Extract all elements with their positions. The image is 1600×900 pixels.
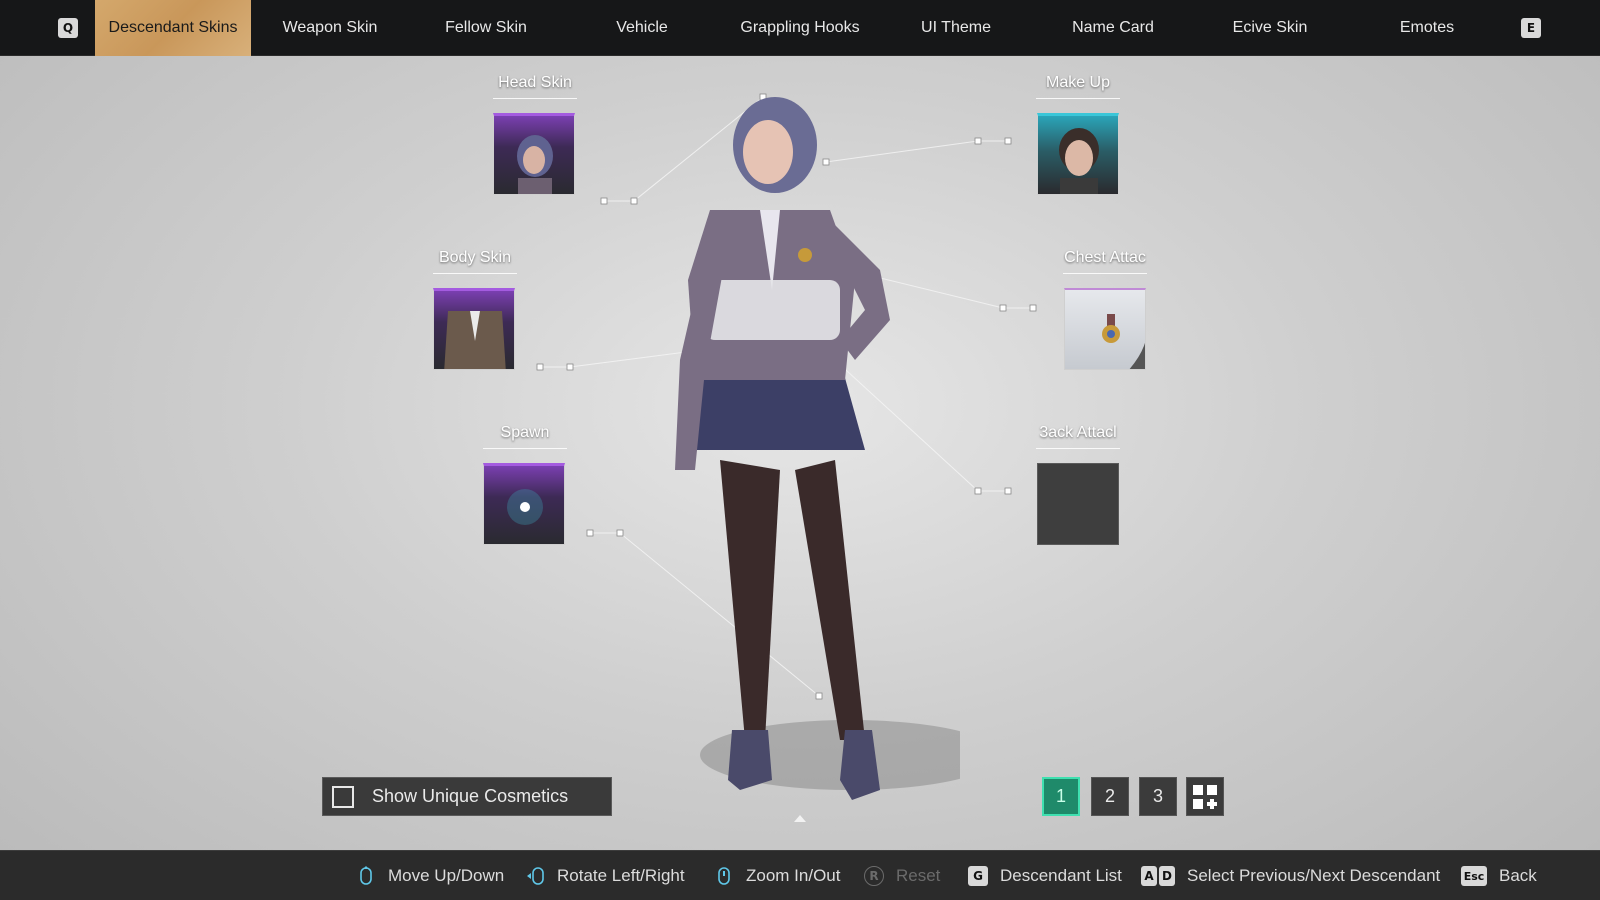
mouse-vertical-icon [356, 866, 376, 886]
chest-attach-label: Chest Attac [1063, 249, 1147, 274]
medal-icon [1102, 314, 1145, 369]
head-skin-thumbnail [517, 135, 553, 194]
tab-ecive-skin[interactable]: Ecive Skin [1192, 0, 1348, 56]
spawn-label: Spawn [483, 424, 567, 449]
checkbox[interactable] [332, 785, 354, 808]
tab-ui-theme[interactable]: UI Theme [878, 0, 1034, 56]
make-up-slot[interactable] [1037, 113, 1119, 195]
preset-3-button[interactable]: 3 [1139, 777, 1177, 816]
hint-descendant-list-label[interactable]: Descendant List [1000, 866, 1122, 886]
body-skin-slot[interactable] [433, 288, 515, 370]
preset-2-button[interactable]: 2 [1091, 777, 1129, 816]
mouse-wheel-icon [714, 866, 734, 886]
tab-name-card[interactable]: Name Card [1035, 0, 1191, 56]
tab-descendant-skins[interactable]: Descendant Skins [95, 0, 251, 56]
mouse-horizontal-icon [525, 866, 545, 886]
hint-move-label: Move Up/Down [388, 866, 505, 885]
top-navigation: Q Descendant Skins Weapon Skin Fellow Sk… [0, 0, 1600, 56]
descendant-character-model[interactable] [640, 90, 960, 830]
hint-rotate: Rotate Left/Right [525, 851, 685, 900]
hint-rotate-label: Rotate Left/Right [557, 866, 685, 885]
tab-grappling-hooks[interactable]: Grappling Hooks [722, 0, 878, 56]
head-skin-slot[interactable] [493, 113, 575, 195]
back-attach-slot[interactable] [1037, 463, 1119, 545]
hint-reset: R Reset [864, 851, 940, 900]
make-up-thumbnail [1059, 128, 1099, 194]
body-skin-thumbnail [444, 311, 506, 369]
preset-1-button[interactable]: 1 [1042, 777, 1080, 816]
add-preset-button[interactable] [1186, 777, 1224, 816]
tab-fellow-skin[interactable]: Fellow Skin [408, 0, 564, 56]
chest-attach-slot[interactable] [1064, 288, 1146, 370]
head-skin-label: Head Skin [493, 74, 577, 99]
prev-descendant-key: A [1141, 866, 1157, 886]
tab-vehicle[interactable]: Vehicle [564, 0, 720, 56]
hint-back-label[interactable]: Back [1499, 866, 1537, 886]
hint-back: Esc Back [1461, 851, 1537, 900]
make-up-label: Make Up [1036, 74, 1120, 99]
show-unique-cosmetics-label: Show Unique Cosmetics [372, 786, 569, 806]
reset-key-icon: R [864, 866, 884, 886]
scroll-up-indicator-icon [794, 815, 806, 822]
show-unique-cosmetics-toggle[interactable]: Show Unique Cosmetics [322, 777, 612, 816]
next-descendant-key: D [1159, 866, 1175, 886]
prev-tab-key[interactable]: Q [58, 18, 78, 38]
control-hints-bar: Move Up/Down Rotate Left/Right Zoom In/O… [0, 850, 1600, 900]
next-tab-key[interactable]: E [1521, 18, 1541, 38]
hint-zoom-label: Zoom In/Out [746, 866, 841, 885]
spawn-thumbnail [507, 489, 543, 525]
descendant-list-key: G [968, 866, 988, 886]
hint-move: Move Up/Down [356, 851, 504, 900]
hint-select-descendant-label[interactable]: Select Previous/Next Descendant [1187, 866, 1440, 886]
tab-emotes[interactable]: Emotes [1349, 0, 1505, 56]
hint-reset-label[interactable]: Reset [896, 866, 940, 886]
add-grid-icon [1193, 784, 1217, 809]
spawn-slot[interactable] [483, 463, 565, 545]
hint-zoom: Zoom In/Out [714, 851, 840, 900]
body-skin-label: Body Skin [433, 249, 517, 274]
escape-key: Esc [1461, 866, 1487, 886]
hint-select-descendant: A D Select Previous/Next Descendant [1141, 851, 1440, 900]
tab-weapon-skin[interactable]: Weapon Skin [252, 0, 408, 56]
back-attach-label: 3ack Attacl [1036, 424, 1120, 449]
hint-descendant-list: G Descendant List [968, 851, 1122, 900]
